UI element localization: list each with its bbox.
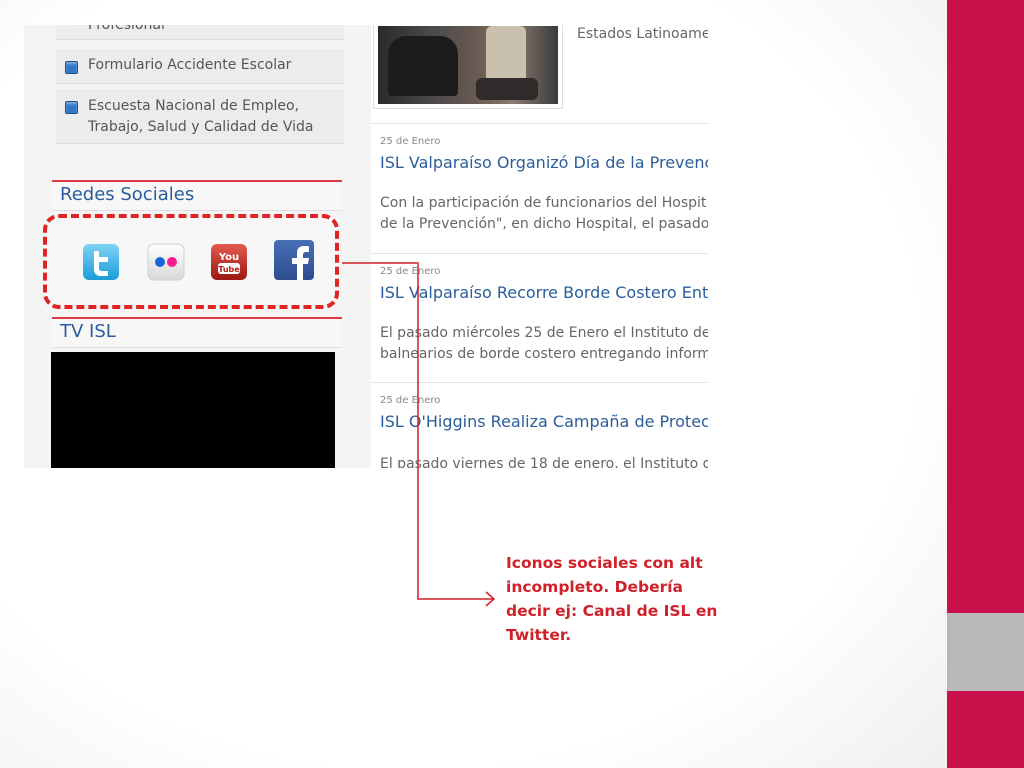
youtube-icon-text-top: You	[218, 252, 239, 263]
news-separator	[371, 382, 708, 383]
news-photo	[378, 26, 558, 104]
news-thumbnail[interactable]	[373, 25, 563, 109]
news-teaser-text: Estados Latinoamer	[577, 26, 708, 42]
sidebar-link-encuesta-empleo[interactable]: Escuesta Nacional de Empleo, Trabajo, Sa…	[56, 89, 344, 144]
twitter-icon[interactable]	[82, 243, 120, 281]
news-separator	[371, 253, 708, 254]
annotation-line: Twitter.	[506, 626, 572, 644]
social-heading: Redes Sociales	[52, 180, 342, 211]
news-body: El pasado miércoles 25 de Enero el Insti…	[380, 325, 708, 341]
news-date: 25 de Enero	[380, 395, 441, 406]
accent-bar-gray	[947, 613, 1024, 691]
annotation-line: decir ej: Canal de ISL en	[506, 602, 718, 620]
bullet-icon	[65, 101, 78, 114]
website-screenshot: Profesional Formulario Accidente Escolar…	[24, 25, 708, 468]
accent-bar-bottom	[947, 691, 1024, 768]
sidebar-link-accidente-escolar[interactable]: Formulario Accidente Escolar	[56, 49, 344, 84]
tv-video-player[interactable]	[51, 352, 335, 468]
arrow-head-icon	[485, 591, 496, 607]
facebook-icon[interactable]	[273, 239, 315, 281]
social-heading-text: Redes Sociales	[60, 184, 195, 205]
news-body: El pasado viernes de 18 de enero, el Ins…	[380, 456, 708, 468]
youtube-icon[interactable]: You Tube	[210, 243, 248, 281]
sidebar-link-label-line1: Escuesta Nacional de Empleo,	[88, 98, 299, 114]
news-title-link[interactable]: ISL Valparaíso Recorre Borde Costero Ent	[380, 283, 708, 302]
sidebar-link-profesional[interactable]: Profesional	[56, 25, 344, 40]
news-title-link[interactable]: ISL Valparaíso Organizó Día de la Preven…	[380, 153, 708, 172]
annotation-line: incompleto. Debería	[506, 578, 684, 596]
tv-heading: TV ISL	[52, 317, 342, 348]
bullet-icon	[65, 61, 78, 74]
news-separator	[371, 123, 708, 124]
annotation-line: Iconos sociales con alt	[506, 554, 703, 572]
news-body: balnearios de borde costero entregando i…	[380, 346, 708, 362]
news-column: Estados Latinoamer 25 de Enero ISL Valpa…	[371, 25, 708, 468]
youtube-icon-text-bottom: Tube	[218, 265, 240, 274]
news-date: 25 de Enero	[380, 136, 441, 147]
news-title-link[interactable]: ISL O'Higgins Realiza Campaña de Protec	[380, 412, 708, 431]
news-body: de la Prevención", en dicho Hospital, el…	[380, 216, 708, 232]
news-body: Con la participación de funcionarios del…	[380, 195, 707, 211]
tv-heading-text: TV ISL	[60, 321, 116, 342]
sidebar: Profesional Formulario Accidente Escolar…	[24, 25, 354, 468]
sidebar-link-label: Profesional	[88, 25, 165, 33]
flickr-icon[interactable]	[147, 243, 185, 281]
sidebar-link-label-line2: Trabajo, Salud y Calidad de Vida	[88, 119, 314, 135]
annotation-note: Iconos sociales con alt incompleto. Debe…	[506, 551, 736, 647]
accent-bar-top	[947, 0, 1024, 613]
sidebar-link-label: Formulario Accidente Escolar	[88, 57, 292, 73]
news-date: 25 de Enero	[380, 266, 441, 277]
